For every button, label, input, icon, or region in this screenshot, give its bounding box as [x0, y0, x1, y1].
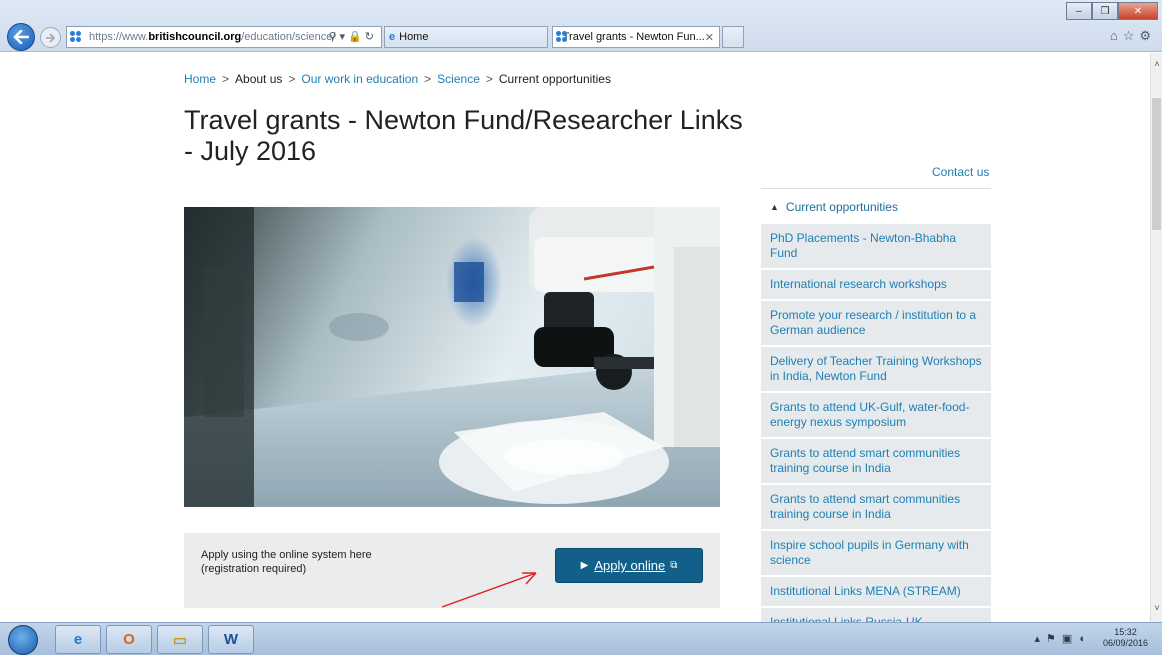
- breadcrumb-separator: >: [424, 72, 432, 86]
- clock-time: 15:32: [1114, 627, 1137, 637]
- new-tab-button[interactable]: [722, 26, 744, 48]
- apply-instructions-line1: Apply using the online system here: [201, 549, 372, 561]
- close-window-button[interactable]: ✕: [1118, 2, 1158, 20]
- tab-travel-grants[interactable]: Travel grants - Newton Fun... ✕: [552, 26, 720, 48]
- tab-home[interactable]: e Home: [384, 26, 548, 48]
- action-center-flag-icon[interactable]: ⚑: [1046, 633, 1062, 645]
- sidebar-item[interactable]: International research workshops: [761, 270, 991, 301]
- sidebar-item[interactable]: Grants to attend smart communities train…: [761, 439, 991, 485]
- web-page: Home > About us > Our work in education > Scie…: [0, 53, 1150, 622]
- volume-speaker-icon[interactable]: ◖: [1078, 633, 1091, 645]
- windows-taskbar: e O ▭ W ▴⚑▣◖ 15:32 06/09/2016: [0, 622, 1162, 655]
- apply-instructions-line2: (registration required): [201, 563, 307, 575]
- sidebar-item[interactable]: Delivery of Teacher Training Workshops i…: [761, 347, 991, 393]
- british-council-favicon-icon: [556, 31, 567, 43]
- sidebar-item[interactable]: Grants to attend UK-Gulf, water-food-ene…: [761, 393, 991, 439]
- url-text[interactable]: https://www.britishcouncil.org/education…: [89, 31, 335, 43]
- dropdown-icon[interactable]: ▾: [340, 31, 349, 43]
- apply-online-button[interactable]: ▶ Apply online ⧉: [555, 548, 703, 583]
- show-hidden-icons-arrow-icon[interactable]: ▴: [1034, 633, 1046, 645]
- arrow-right-icon: [46, 32, 56, 43]
- sidebar-item[interactable]: Inspire school pupils in Germany with sc…: [761, 531, 991, 577]
- url-path: /education/science/: [241, 31, 336, 43]
- window-controls: – ❐ ✕: [1066, 2, 1158, 20]
- minimize-button[interactable]: –: [1066, 2, 1092, 20]
- browser-toolbar-icons: ⌂☆⚙: [1110, 28, 1156, 44]
- url-scheme: https://: [89, 31, 123, 43]
- search-icon[interactable]: ⚲: [328, 31, 339, 43]
- breadcrumb-separator: >: [222, 72, 230, 86]
- play-triangle-icon: ▶: [580, 560, 589, 571]
- refresh-icon[interactable]: ↻: [365, 31, 377, 43]
- browser-chrome: – ❐ ✕ https://www.britishcouncil.org/edu…: [0, 0, 1162, 52]
- arrow-left-icon: [13, 30, 29, 44]
- page-scrollbar[interactable]: ˄ ˅: [1150, 53, 1162, 622]
- scroll-down-icon[interactable]: ˅: [1152, 603, 1162, 615]
- internet-explorer-taskbar-icon[interactable]: e: [55, 625, 101, 654]
- breadcrumb-science[interactable]: Science: [437, 72, 480, 86]
- network-icon[interactable]: ▣: [1062, 633, 1078, 645]
- apply-online-label: Apply online: [594, 558, 666, 573]
- tab-label: Travel grants - Newton Fun...: [562, 31, 705, 43]
- system-tray: ▴⚑▣◖ 15:32 06/09/2016: [1034, 627, 1148, 649]
- breadcrumb-separator: >: [288, 72, 296, 86]
- lock-icon[interactable]: 🔒: [348, 31, 365, 43]
- breadcrumb: Home > About us > Our work in education > Scie…: [184, 72, 611, 86]
- forward-button[interactable]: [40, 27, 61, 48]
- address-bar-icons: ⚲▾🔒↻: [328, 30, 377, 43]
- red-annotation-arrow: [441, 572, 537, 608]
- scroll-up-icon[interactable]: ˄: [1152, 59, 1162, 71]
- external-window-icon: ⧉: [670, 560, 678, 571]
- scroll-thumb[interactable]: [1152, 98, 1161, 230]
- favorites-star-icon[interactable]: ☆: [1123, 28, 1140, 43]
- file-explorer-folder-icon[interactable]: ▭: [157, 625, 203, 654]
- british-council-favicon-icon: [70, 31, 84, 43]
- close-tab-icon[interactable]: ✕: [705, 31, 714, 44]
- restore-button[interactable]: ❐: [1092, 2, 1118, 20]
- settings-gear-icon[interactable]: ⚙: [1139, 28, 1156, 43]
- home-icon[interactable]: ⌂: [1110, 28, 1123, 43]
- sidebar-item[interactable]: Institutional Links Russia-UK: [761, 608, 991, 622]
- breadcrumb-separator: >: [485, 72, 493, 86]
- breadcrumb-current-opportunities: Current opportunities: [498, 72, 611, 86]
- microscope-illustration: [184, 207, 720, 507]
- tray-icons: ▴⚑▣◖: [1034, 632, 1090, 645]
- sidebar-item[interactable]: Promote your research / institution to a…: [761, 301, 991, 347]
- ie-icon: e: [389, 31, 396, 43]
- sidebar-heading-current-opportunities[interactable]: ▲ Current opportunities: [761, 189, 991, 224]
- contact-us-link[interactable]: Contact us: [932, 165, 989, 179]
- sidebar-item[interactable]: Grants to attend smart communities train…: [761, 485, 991, 531]
- apply-instructions: Apply using the online system here (regi…: [201, 548, 421, 576]
- hero-image-microscope: [184, 207, 720, 507]
- sidebar-heading-label: Current opportunities: [785, 199, 898, 214]
- sidebar-item[interactable]: PhD Placements - Newton-Bhabha Fund: [761, 224, 991, 270]
- url-prefix: www.: [122, 31, 149, 43]
- outlook-taskbar-icon[interactable]: O: [106, 625, 152, 654]
- clock-date: 06/09/2016: [1102, 638, 1148, 648]
- url-domain: britishcouncil.org: [148, 31, 242, 43]
- back-button[interactable]: [7, 23, 35, 51]
- sidebar-nav: ▲ Current opportunities PhD Placements -…: [761, 188, 991, 622]
- word-taskbar-icon[interactable]: W: [208, 625, 254, 654]
- system-clock[interactable]: 15:32 06/09/2016: [1103, 627, 1148, 649]
- breadcrumb-about-us: About us: [235, 72, 283, 86]
- address-bar[interactable]: https://www.britishcouncil.org/education…: [66, 26, 382, 48]
- sidebar-item[interactable]: Institutional Links MENA (STREAM): [761, 577, 991, 608]
- chevron-up-icon: ▲: [770, 201, 779, 212]
- tab-label: Home: [399, 31, 429, 43]
- start-button-windows-icon[interactable]: [8, 625, 38, 655]
- breadcrumb-our-work-in-education[interactable]: Our work in education: [301, 72, 418, 86]
- page-title: Travel grants - Newton Fund/Researcher L…: [184, 105, 743, 166]
- breadcrumb-home[interactable]: Home: [184, 72, 216, 86]
